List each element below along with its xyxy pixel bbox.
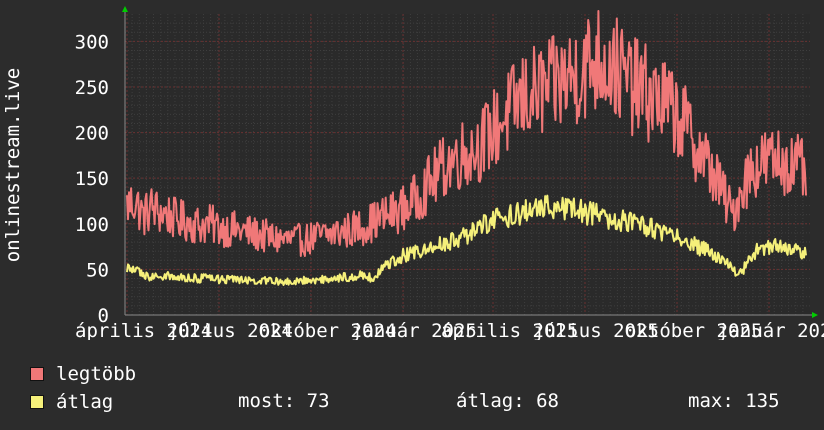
legend-item-atlag: átlag <box>30 391 114 413</box>
x-tick-label: január 2026 <box>717 320 824 340</box>
y-tick-label: 300 <box>75 31 109 53</box>
legend-swatch-atlag <box>30 395 44 409</box>
y-axis-arrow <box>122 6 128 12</box>
y-tick-label: 50 <box>86 259 109 281</box>
legend-item-legtobb: legtöbb <box>30 363 137 385</box>
y-tick-label: 100 <box>75 214 109 236</box>
stat-most: most: 73 <box>238 390 330 412</box>
legend-label-atlag: átlag <box>56 391 114 413</box>
chart: 050100150200250300április 2024július 202… <box>2 6 824 340</box>
y-axis-label: onlinestream.live <box>2 68 24 262</box>
stat-max: max: 135 <box>688 390 780 412</box>
y-tick-label: 250 <box>75 77 109 99</box>
y-tick-label: 150 <box>75 168 109 190</box>
x-axis-arrow <box>812 312 818 318</box>
legend-swatch-legtobb <box>30 367 44 381</box>
y-tick-label: 200 <box>75 123 109 145</box>
stat-atlag: átlag: 68 <box>456 390 559 412</box>
legend-label-legtobb: legtöbb <box>56 363 137 385</box>
